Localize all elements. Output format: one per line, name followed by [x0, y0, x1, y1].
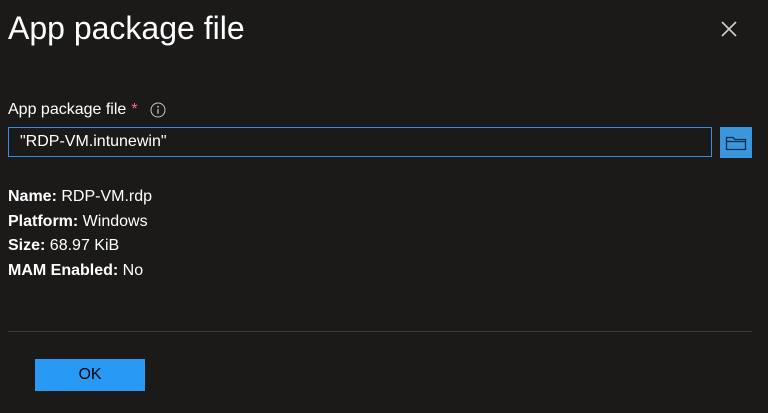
info-icon[interactable]	[150, 102, 166, 118]
detail-size: Size: 68.97 KiB	[8, 234, 152, 259]
package-details: Name: RDP-VM.rdp Platform: Windows Size:…	[8, 185, 152, 283]
detail-size-label: Size:	[8, 237, 50, 254]
detail-name-value: RDP-VM.rdp	[61, 188, 153, 205]
app-package-file-panel: App package file App package file * Name…	[0, 0, 768, 413]
detail-name: Name: RDP-VM.rdp	[8, 185, 152, 210]
detail-mam-label: MAM Enabled:	[8, 261, 123, 279]
detail-size-value: 68.97 KiB	[49, 237, 120, 254]
detail-platform: Platform: Windows	[8, 210, 152, 235]
detail-name-label: Name:	[8, 188, 62, 205]
field-label-row: App package file *	[8, 98, 166, 122]
field-label: App package file	[8, 101, 127, 118]
detail-platform-value: Windows	[82, 212, 148, 230]
browse-file-button[interactable]	[720, 127, 752, 158]
folder-icon	[725, 136, 747, 150]
page-title: App package file	[8, 10, 245, 46]
ok-button[interactable]: OK	[35, 359, 145, 391]
detail-mam-value: No	[122, 261, 144, 279]
required-marker: *	[131, 101, 138, 118]
detail-mam: MAM Enabled: No	[8, 259, 152, 284]
close-button[interactable]	[716, 16, 742, 42]
close-icon	[721, 21, 737, 37]
app-package-file-input[interactable]	[8, 127, 712, 157]
footer-divider	[8, 331, 752, 332]
detail-platform-label: Platform:	[8, 212, 83, 230]
